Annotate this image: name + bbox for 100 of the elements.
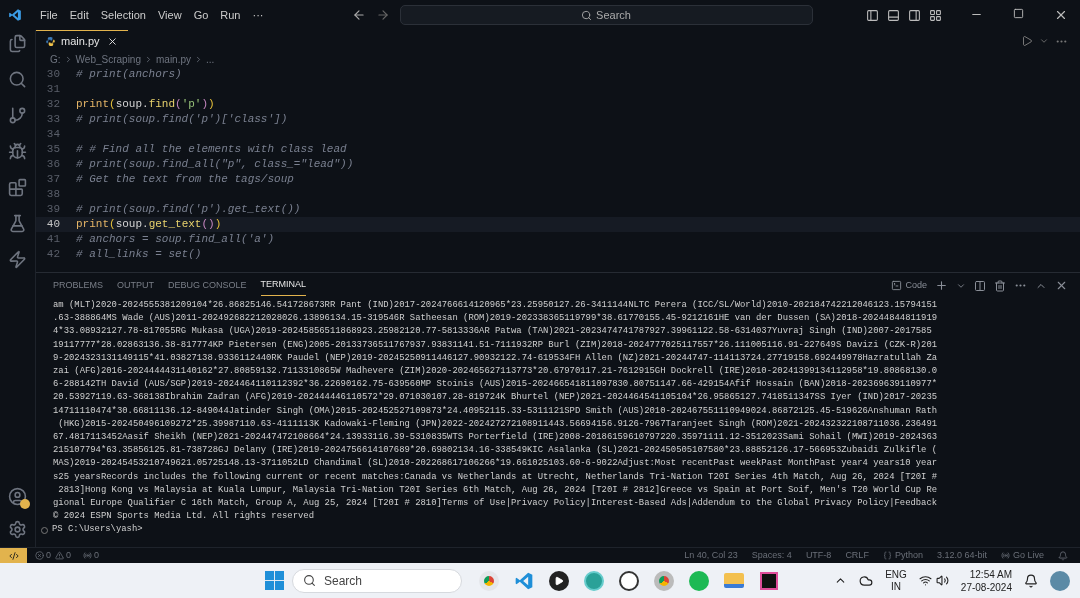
broadcast-icon: [1000, 551, 1010, 560]
maximize-icon[interactable]: [1013, 8, 1024, 19]
ports-status[interactable]: 0: [83, 548, 100, 563]
line-number: 32: [45, 97, 61, 113]
toggle-secondary-sidebar-icon[interactable]: [908, 8, 921, 22]
line-number: 42: [45, 247, 61, 263]
terminal-output-line: 9-2024323131149115*41.03827138.9336112440RK Paudel (NEP)2019-20245250911446127.90932122.74-619534FH Allen (NZ)2021-20244747-114113724.27719158.692449978Hazratullah Za: [53, 351, 938, 365]
taskbar-search-field[interactable]: Search: [292, 568, 462, 593]
terminal-output-line: 67.4817113452Aasif Sheikh (NEP)2021-202447472108664*24.13933116.39-5310835WTS Porterfield (IRE)2008-20186159610797220.35971111.12-3512023Sami Sohail (MWI)2019-2024363: [53, 431, 938, 445]
wifi-icon[interactable]: [918, 574, 932, 587]
toggle-panel-icon[interactable]: [887, 8, 900, 22]
code-line: print(soup.get_text()): [76, 217, 222, 233]
panel-tab[interactable]: TERMINAL: [260, 275, 307, 296]
terminal-output-line: am (MLT)2020-2024555381209104*26.86825146.541728673RR Pant (IND)2017-2024766614120965*23.25950127.26-3411144NLTC Perera (ICC/SL/World)2010-202184742212046123.15794151: [53, 299, 938, 312]
lightning-icon[interactable]: [8, 250, 27, 269]
code-comment: # print(soup.find('p').get_text()): [76, 202, 301, 218]
menu-item[interactable]: Run: [214, 6, 247, 24]
testing-icon[interactable]: [8, 214, 27, 233]
customize-layout-icon[interactable]: [929, 8, 942, 22]
menu-item[interactable]: View: [151, 6, 188, 24]
breadcrumb-separator-icon: [194, 54, 203, 64]
menu-item[interactable]: File: [34, 6, 64, 24]
breadcrumb-separator-icon: [144, 54, 153, 64]
search-icon: [581, 9, 593, 21]
cloud-icon[interactable]: [859, 573, 874, 588]
remote-icon: [8, 550, 19, 561]
remote-indicator[interactable]: [0, 548, 27, 563]
editor-logo[interactable]: [8, 8, 22, 22]
go-live-button[interactable]: Go Live: [1000, 548, 1044, 563]
terminal-output-line: 6-288142TH David (AUS/SGP)2019-2024464110112392*36.22690162.75-639560MP Stoinis (AUS)2015-202466541811097830.80751147.66-429154Afif Hossain (BAN)2018-202369639110977*: [53, 378, 938, 392]
extensions-icon[interactable]: [8, 178, 27, 197]
ports-icon: [83, 551, 93, 560]
code-comment: # all_links = set(): [76, 247, 202, 263]
status-item[interactable]: Ln 40, Col 23: [684, 548, 738, 563]
close-icon[interactable]: [1054, 8, 1068, 22]
menu-item[interactable]: Edit: [63, 6, 95, 24]
warning-icon: [55, 551, 64, 560]
language-mode[interactable]: Python: [882, 548, 923, 563]
start-icon[interactable]: [265, 571, 284, 590]
error-icon: [35, 551, 44, 560]
notification-badge: [20, 499, 30, 509]
settings-icon[interactable]: [8, 520, 27, 539]
line-number: 36: [45, 157, 61, 173]
breadcrumb-item[interactable]: main.py: [156, 51, 191, 67]
line-number: 38: [45, 187, 61, 203]
close-icon[interactable]: [1055, 279, 1068, 292]
source-control-icon[interactable]: [8, 106, 27, 125]
account-icon[interactable]: [8, 487, 27, 506]
menu-item[interactable]: Selection: [94, 6, 152, 24]
breadcrumb-item[interactable]: ...: [206, 51, 215, 67]
code-comment: # print(soup.find('p')['class']): [76, 112, 288, 128]
python-file-icon: [46, 37, 55, 46]
notifications-icon[interactable]: [1024, 573, 1038, 588]
terminal-output-line: gional Europe Qualifier C 16th Match, Group A, Aug 25, 2024 [T20I # 2810]Terms of Use|Privacy Policy|Interest-Based Ads|Addendum to the Global Privacy Policy|Feedback: [53, 497, 938, 511]
terminal-profile-button[interactable]: Code: [891, 278, 927, 293]
input-region[interactable]: IN: [891, 580, 901, 593]
status-item[interactable]: Spaces: 4: [751, 548, 792, 563]
clock-time[interactable]: 12:54 AM: [969, 567, 1012, 581]
search-icon[interactable]: [8, 70, 27, 89]
panel-tab[interactable]: OUTPUT: [117, 275, 154, 296]
toggle-sidebar-icon[interactable]: [866, 8, 879, 22]
code-comment: # print(anchors): [76, 67, 182, 83]
line-number: 37: [45, 172, 61, 188]
terminal-output-line: .63-388864MS Wade (AUS)2011-202492682212028026.13896134.15-319546R Satheesan (ROM)2019-202338365119799*38.61770155.45-9212161HE van der Dussen (SA)2018-20244844811919: [53, 312, 938, 326]
clock-date[interactable]: 27-08-2024: [960, 580, 1012, 594]
line-number: 35: [45, 142, 61, 158]
interpreter-version[interactable]: 3.12.0 64-bit: [936, 548, 987, 563]
terminal-output-line: 14711110474*30.66811136.12-849044Jatinder Singh (OMA)2015-202452527109873*24.40952115.33-5311121SPD Smith (AUS)2010-202467551110949024.86872125.45-519626Anshuman Rath: [53, 404, 938, 418]
close-tab-icon[interactable]: [107, 36, 118, 47]
trash-icon[interactable]: [994, 279, 1006, 292]
line-number: 40: [45, 217, 61, 233]
explorer-icon[interactable]: [8, 34, 27, 53]
split-terminal-icon[interactable]: [974, 279, 986, 292]
problems-status[interactable]: 0 0: [35, 548, 72, 563]
line-number: 31: [45, 82, 61, 98]
status-item[interactable]: UTF-8: [805, 548, 832, 563]
breadcrumb-item[interactable]: G:: [50, 51, 61, 67]
input-language[interactable]: ENG: [885, 568, 907, 581]
line-number: 33: [45, 112, 61, 128]
code-comment: # Get the text from the tags/soup: [76, 172, 294, 188]
run-debug-icon[interactable]: [8, 142, 27, 161]
caret-icon[interactable]: [1039, 36, 1049, 46]
menu-item[interactable]: Go: [187, 6, 215, 24]
new-terminal-icon[interactable]: [935, 279, 948, 292]
volume-icon[interactable]: [935, 574, 949, 587]
command-center-search[interactable]: Search: [399, 5, 813, 25]
line-number: 34: [45, 127, 61, 143]
run-icon[interactable]: [1021, 35, 1033, 47]
user-avatar[interactable]: [1050, 570, 1070, 591]
terminal-output-line: 4*33.08932127.78-817055RG Mukasa (UGA)2019-20245856511868923.25982120.77-5813336AR Patwa (TAN)2021-2023474741787927.39961122.58-6314037Yuvraj Singh (IND)2007-2017585: [53, 325, 932, 339]
panel-tab[interactable]: PROBLEMS: [53, 275, 103, 296]
panel-tab[interactable]: DEBUG CONSOLE: [168, 275, 247, 296]
code-comment: # print(soup.find_all("p", class_="lead")): [76, 157, 354, 173]
breadcrumb-item[interactable]: Web_Scraping: [75, 51, 141, 67]
status-item[interactable]: CRLF: [845, 548, 869, 563]
terminal-output-line: zai (AFG)2016-2024444431140162*27.80859132.7113310865W Madhevere (ZIM)2020-202465627113773*20.67970117.21-7612915GH Dockrell (IRE)2010-20241399134112958*19.80868130.0: [53, 365, 938, 378]
code-comment: # # Find all the elements with class lead: [76, 142, 347, 158]
menu-item[interactable]: ···: [246, 6, 270, 24]
terminal-output-line: (HKG)2015-202450496109272*25.39987110.63-4111113K Kadowaki-Fleming (JPN)2022-202427272108911443.56694156.9126-7967Taranjeet Singh (ROM)2021-202432322108711036.236491: [57, 417, 938, 431]
terminal-output-line: 20.53927119.63-368138Ibrahim Zadran (AFG)2019-202444446110572*29.071030107.28-819724K Bhurtel (NEP)2021-2024464541105104*26.95865127.7418511347SS Iyer (IND)2017-20235: [53, 391, 938, 405]
